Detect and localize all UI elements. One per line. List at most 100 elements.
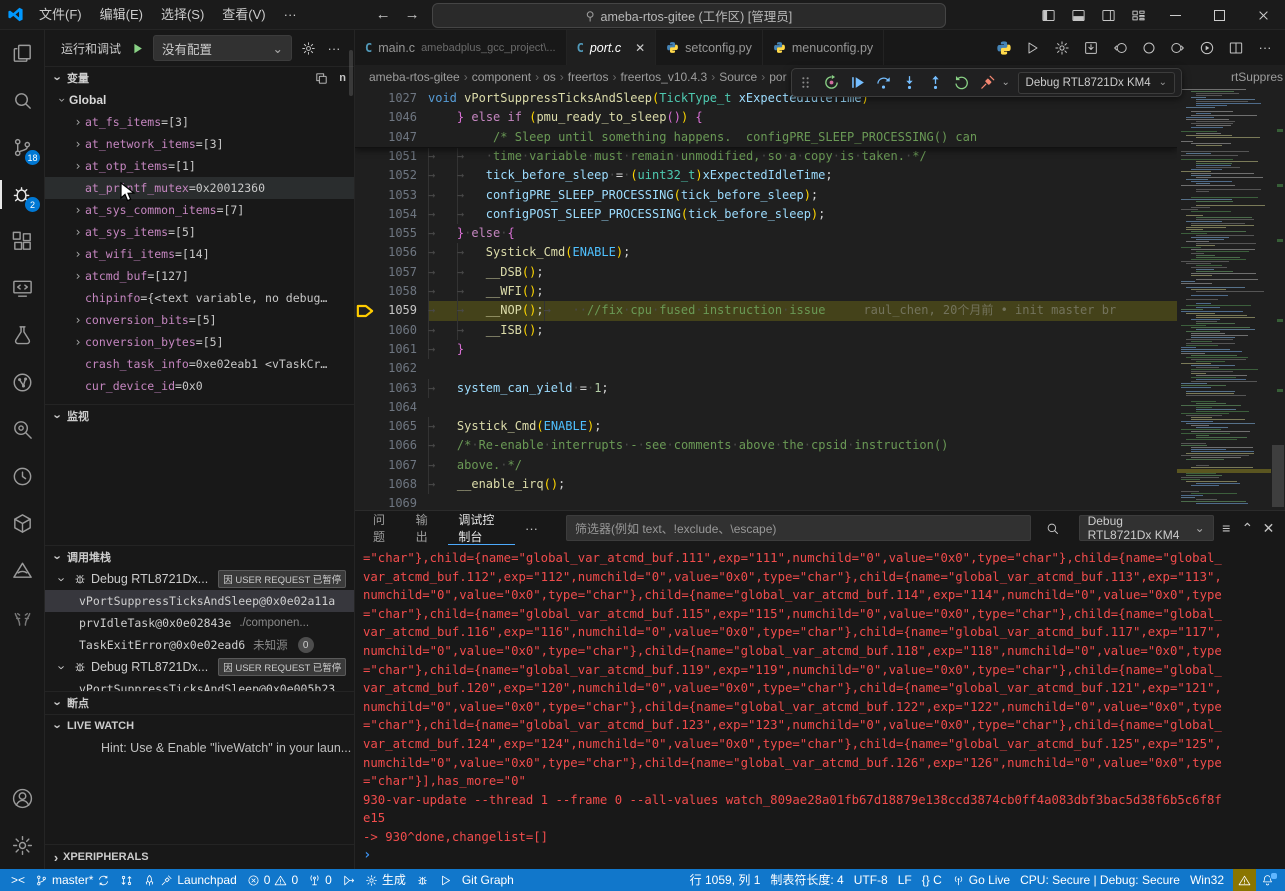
breadcrumb-item[interactable]: component <box>472 70 531 84</box>
code-line-1064[interactable]: 1064 <box>355 398 1285 417</box>
breadcrumb-item[interactable]: Source <box>719 70 757 84</box>
menu-0[interactable]: 文件(F) <box>30 0 91 30</box>
editor-tab-port.c[interactable]: Cport.c✕ <box>567 30 657 65</box>
activity-manage[interactable] <box>0 822 44 869</box>
breadcrumb-item[interactable]: ameba-rtos-gitee <box>369 70 460 84</box>
status-go-live[interactable]: Go Live <box>947 869 1015 891</box>
status-cpu-debug-secure[interactable]: CPU: Secure | Debug: Secure <box>1015 869 1185 891</box>
activity-package-explorer[interactable] <box>0 500 44 547</box>
variable-row-at_sys_items[interactable]: ›at_sys_items = [5] <box>45 221 354 243</box>
tab-problems[interactable]: 问题 <box>363 511 402 545</box>
debug-settings-gear-icon[interactable] <box>298 38 318 58</box>
minimap[interactable] <box>1177 89 1271 510</box>
breadcrumb-item[interactable]: por <box>769 70 786 84</box>
activity-extension-view-b[interactable] <box>0 594 44 641</box>
editor-tab-main.c[interactable]: Cmain.camebadplus_gcc_project\... <box>355 30 567 65</box>
copy-icon[interactable] <box>311 68 331 88</box>
editor-scrollbar[interactable] <box>1271 89 1285 510</box>
variable-row-at_fs_items[interactable]: ›at_fs_items = [3] <box>45 111 354 133</box>
activity-gitlens-inspect[interactable] <box>0 453 44 500</box>
code-line-1058[interactable]: 1058→→__WFI(); <box>355 282 1285 301</box>
status-debug-item[interactable] <box>411 869 434 891</box>
next-change-icon[interactable] <box>1168 38 1188 58</box>
activity-source-control[interactable]: 18 <box>0 124 44 171</box>
code-line-1057[interactable]: 1057→→__DSB(); <box>355 263 1285 282</box>
variable-row-at_network_items[interactable]: ›at_network_items = [3] <box>45 133 354 155</box>
maximize-panel-icon[interactable]: ⌃ <box>1239 520 1256 537</box>
status-platform[interactable]: Win32 <box>1185 869 1229 891</box>
activity-search[interactable] <box>0 77 44 124</box>
toggle-panel-icon[interactable] <box>1063 0 1093 30</box>
menu-1[interactable]: 编辑(E) <box>91 0 152 30</box>
code-line-1056[interactable]: 1056→→Systick_Cmd(ENABLE); <box>355 243 1285 262</box>
code-line-1060[interactable]: 1060→→__ISB(); <box>355 321 1285 340</box>
close-button[interactable] <box>1241 0 1285 30</box>
status-indentation[interactable]: 制表符长度: 4 <box>765 869 848 891</box>
activity-extension-view-a[interactable] <box>0 547 44 594</box>
console-session-dropdown[interactable]: Debug RTL8721Dx KM4⌄ <box>1079 515 1214 541</box>
debug-console-output[interactable]: ="char"},child={name="global_var_atcmd_b… <box>355 545 1285 869</box>
menu-4[interactable]: ··· <box>275 0 306 30</box>
history-back-icon[interactable]: ← <box>376 6 391 23</box>
activity-accounts[interactable] <box>0 775 44 822</box>
toggle-sidebar-icon[interactable] <box>1033 0 1063 30</box>
variable-row-at_otp_items[interactable]: ›at_otp_items = [1] <box>45 155 354 177</box>
console-filter-input[interactable]: 筛选器(例如 text、!exclude、\escape) <box>566 515 1031 541</box>
code-line-1063[interactable]: 1063→system_can_yield·=·1; <box>355 379 1285 398</box>
stack-frame[interactable]: TaskExitError@0x0e02ead6未知源0 <box>45 634 354 656</box>
customize-layout-icon[interactable] <box>1123 0 1153 30</box>
status-run-task[interactable] <box>337 869 360 891</box>
activity-extensions[interactable] <box>0 218 44 265</box>
xperipherals-section-header[interactable]: ›XPERIPHERALS <box>45 844 354 869</box>
stack-frame[interactable]: prvIdleTask@0x0e02843e./componen... <box>45 612 354 634</box>
activity-explorer[interactable] <box>0 30 44 77</box>
toggle-secondary-sidebar-icon[interactable] <box>1093 0 1123 30</box>
prev-change-icon[interactable] <box>1110 38 1130 58</box>
status-git-branch[interactable]: master* <box>30 869 115 891</box>
step-out-icon[interactable] <box>924 71 948 95</box>
change-icon[interactable] <box>1139 38 1159 58</box>
variable-row-chipinfo[interactable]: chipinfo = {<text variable, no debug… <box>45 287 354 309</box>
status-git-graph-item[interactable]: Git Graph <box>457 869 519 891</box>
more-editor-actions-icon[interactable]: ··· <box>1255 38 1275 58</box>
code-line-1052[interactable]: 1052→→tick_before_sleep·=·(uint32_t)xExp… <box>355 166 1285 185</box>
run-or-debug-icon[interactable] <box>1197 38 1217 58</box>
code-line-1047[interactable]: 1047 /* Sleep until something happens. c… <box>355 128 1177 147</box>
code-line-1059[interactable]: 1059→→__NOP();→··//fix·cpu·fused·instruc… <box>355 301 1285 320</box>
status-warning-status[interactable] <box>1233 869 1256 891</box>
stack-frame[interactable]: vPortSuppressTicksAndSleep@0x0e02a11a <box>45 590 354 612</box>
step-over-icon[interactable] <box>872 71 896 95</box>
code-line-1054[interactable]: 1054→→configPOST_SLEEP_PROCESSING(tick_b… <box>355 205 1285 224</box>
reset-device-icon[interactable] <box>820 71 844 95</box>
start-debugging-icon[interactable] <box>127 38 147 58</box>
status-language-mode[interactable]: {} C <box>917 869 947 891</box>
step-into-icon[interactable] <box>898 71 922 95</box>
debug-session-dropdown[interactable]: Debug RTL8721Dx KM4⌄ <box>1018 72 1175 94</box>
activity-run-and-debug[interactable]: 2 <box>0 171 44 218</box>
variables-section-header[interactable]: ›变量 n <box>45 66 354 89</box>
tab-output[interactable]: 输出 <box>406 511 445 545</box>
live-watch-section-header[interactable]: ›LIVE WATCH <box>45 714 354 737</box>
call-stack-section-header[interactable]: ›调用堆栈 <box>45 545 354 568</box>
variable-row-cur_device_id[interactable]: cur_device_id = 0x0 <box>45 375 354 397</box>
disconnect-icon[interactable] <box>976 71 1000 95</box>
activity-testing[interactable] <box>0 312 44 359</box>
variable-row-atcmd_buf[interactable]: ›atcmd_buf = [127] <box>45 265 354 287</box>
status-problems[interactable]: 00 <box>242 869 303 891</box>
activity-git-graph[interactable] <box>0 359 44 406</box>
close-tab-icon[interactable]: ✕ <box>635 41 645 55</box>
hex-format-icon[interactable]: n <box>339 72 346 84</box>
code-line-1067[interactable]: 1067→above.·*/ <box>355 456 1285 475</box>
status-ports[interactable]: 0 <box>303 869 337 891</box>
history-forward-icon[interactable]: → <box>405 6 420 23</box>
status-git-compare[interactable] <box>115 869 138 891</box>
code-line-1051[interactable]: 1051→→·time·variable·must·remain·unmodif… <box>355 147 1285 166</box>
split-editor-icon[interactable] <box>1226 38 1246 58</box>
code-line-1055[interactable]: 1055→}·else·{ <box>355 224 1285 243</box>
status-eol[interactable]: LF <box>893 869 917 891</box>
variable-row-conversion_bytes[interactable]: ›conversion_bytes = [5] <box>45 331 354 353</box>
activity-gitlens[interactable] <box>0 406 44 453</box>
python-icon[interactable] <box>994 38 1014 58</box>
install-icon[interactable] <box>1081 38 1101 58</box>
status-notifications[interactable] <box>1256 869 1279 891</box>
